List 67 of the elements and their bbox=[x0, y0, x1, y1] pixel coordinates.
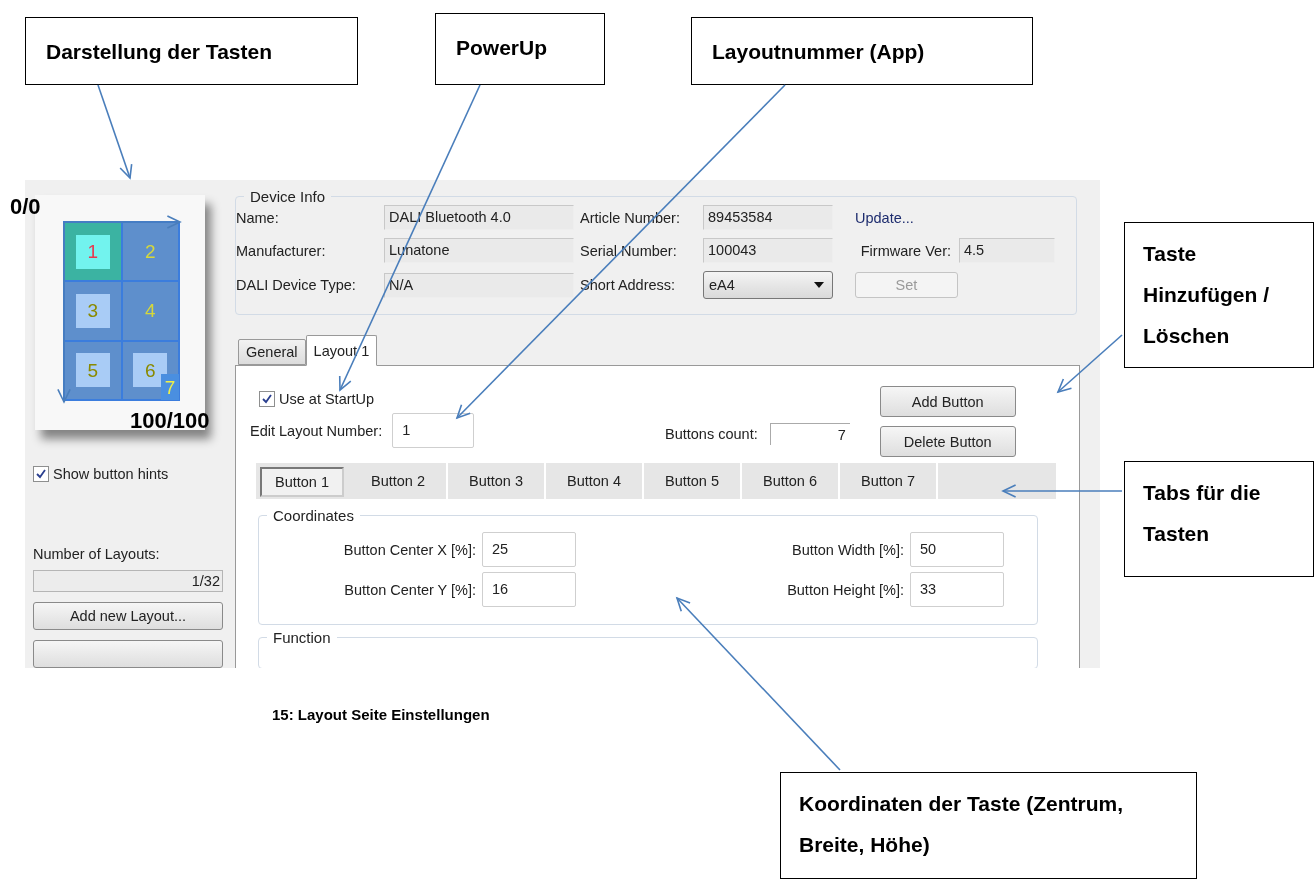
readonly-field: 89453584 bbox=[703, 205, 833, 230]
update-link[interactable]: Update... bbox=[855, 209, 1059, 226]
check-icon bbox=[262, 394, 272, 404]
button-tab[interactable]: Button 1 bbox=[260, 467, 344, 497]
startup-checkbox[interactable]: Use at StartUp bbox=[259, 391, 665, 407]
checkbox[interactable] bbox=[33, 466, 49, 482]
check-icon bbox=[36, 469, 46, 479]
callout-text: Koordinaten der Taste (Zentrum, Breite, Höhe) bbox=[780, 772, 1197, 879]
buttons-count-field: 7 bbox=[769, 423, 850, 445]
action-button[interactable]: Add Button bbox=[879, 386, 1016, 417]
checkbox[interactable] bbox=[259, 391, 275, 407]
readonly-field: 100043 bbox=[703, 238, 833, 263]
field-label: Name: bbox=[236, 209, 280, 226]
figure-caption: 15: Layout Seite Einstellungen bbox=[272, 706, 490, 723]
button-tab[interactable]: Button 5 bbox=[644, 463, 742, 499]
coordinate-field[interactable]: 25 bbox=[482, 532, 576, 567]
key-number: 3 bbox=[87, 301, 99, 321]
button-tab[interactable]: Button 4 bbox=[546, 463, 644, 499]
field-label: Button Center X [%]: bbox=[342, 541, 476, 558]
field-label: Button Center Y [%]: bbox=[343, 581, 476, 598]
field-label: Serial Number: bbox=[580, 242, 678, 259]
readonly-field: N/A bbox=[384, 272, 574, 298]
callout-text: Layoutnummer (App) bbox=[691, 17, 1033, 85]
action-button[interactable]: Delete Button bbox=[879, 426, 1016, 457]
key-number: 1 bbox=[87, 242, 99, 262]
group-title: Device Info bbox=[249, 188, 327, 205]
field-label: DALI Device Type: bbox=[236, 277, 357, 293]
button-tab[interactable]: Button 7 bbox=[840, 463, 938, 499]
callout-text: Darstellung der Tasten bbox=[25, 17, 358, 85]
coordinate-field[interactable]: 50 bbox=[910, 532, 1004, 567]
dropdown[interactable]: eA4 bbox=[703, 271, 833, 299]
callout-text: PowerUp bbox=[435, 13, 605, 85]
coordinate-field[interactable]: 33 bbox=[910, 572, 1004, 607]
field-label: Firmware Ver: bbox=[859, 242, 952, 259]
key-number: 4 bbox=[144, 301, 156, 321]
checkbox-label: Show button hints bbox=[53, 466, 169, 482]
layouts-count: 1/32 bbox=[33, 570, 223, 592]
button-tab[interactable]: Button 6 bbox=[742, 463, 840, 499]
layouts-label: Number of Layouts: bbox=[33, 546, 161, 562]
layout-number-field[interactable]: 1 bbox=[392, 413, 475, 448]
callout-text: Tabs für die Tasten bbox=[1124, 461, 1314, 577]
remove-layout-button[interactable] bbox=[33, 640, 223, 668]
field-label: Buttons count: bbox=[665, 426, 758, 442]
button-tab[interactable]: Button 3 bbox=[448, 463, 546, 499]
tab[interactable]: General bbox=[238, 339, 306, 365]
callout-text: Taste Hinzufügen / Löschen bbox=[1124, 222, 1314, 368]
key-number: 2 bbox=[144, 242, 156, 262]
field-label: Button Width [%]: bbox=[790, 541, 904, 558]
readonly-field: DALI Bluetooth 4.0 bbox=[384, 205, 574, 230]
group-title: Coordinates bbox=[272, 507, 355, 524]
key-number: 5 bbox=[87, 360, 99, 380]
add-layout-button[interactable]: Add new Layout... bbox=[33, 602, 223, 630]
field-label: Edit Layout Number: bbox=[250, 422, 383, 439]
readonly-field: 4.5 bbox=[959, 238, 1055, 263]
corner-label: 100/100 bbox=[130, 408, 210, 434]
key-number: 6 bbox=[144, 360, 156, 380]
coordinate-field[interactable]: 16 bbox=[482, 572, 576, 607]
checkbox-label: Use at StartUp bbox=[279, 391, 375, 407]
field-label: Manufacturer: bbox=[236, 242, 327, 259]
button-tab[interactable]: Button 2 bbox=[350, 463, 448, 499]
group-title: Function bbox=[272, 629, 332, 646]
tab[interactable]: Layout 1 bbox=[305, 335, 378, 366]
field-label: Button Height [%]: bbox=[786, 581, 904, 598]
arrow bbox=[1056, 334, 1123, 394]
corner-label: 0/0 bbox=[10, 194, 41, 220]
caret-icon bbox=[814, 282, 824, 288]
show-hints-checkbox[interactable]: Show button hints bbox=[33, 466, 230, 482]
